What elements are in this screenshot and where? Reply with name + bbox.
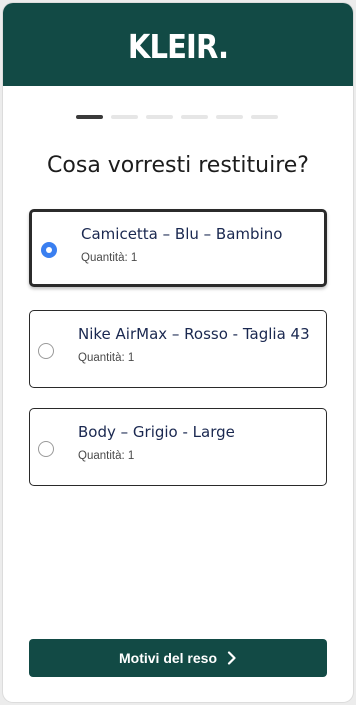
radio-unselected-icon[interactable] [38,343,54,359]
step-indicator-3 [146,115,173,119]
button-label: Motivi del reso [118,650,218,666]
item-quantity: Quantità: 1 [78,450,135,462]
app-frame: KLEIR. Cosa vorresti restituire? Camicet… [3,3,353,702]
item-quantity: Quantità: 1 [81,252,138,264]
return-reasons-button[interactable]: Motivi del reso [29,639,327,677]
item-title: Nike AirMax – Rosso - Taglia 43 [78,325,310,343]
item-title: Camicetta – Blu – Bambino [81,225,283,243]
return-item-option[interactable]: Nike AirMax – Rosso - Taglia 43 Quantità… [29,310,327,388]
return-item-option[interactable]: Body – Grigio - Large Quantità: 1 [29,408,327,486]
brand-logo: KLEIR. [127,26,229,66]
step-indicator-4 [181,115,208,119]
radio-unselected-icon[interactable] [38,441,54,457]
step-indicator-6 [251,115,278,119]
radio-selected-icon[interactable] [41,242,57,258]
step-indicator-5 [216,115,243,119]
page-title: Cosa vorresti restituire? [47,153,309,178]
item-quantity: Quantità: 1 [78,352,135,364]
header-bar: KLEIR. [3,3,353,86]
chevron-right-icon [227,651,237,665]
step-indicator-1 [76,115,103,119]
return-item-option[interactable]: Camicetta – Blu – Bambino Quantità: 1 [29,209,327,287]
progress-stepper [76,115,278,119]
step-indicator-2 [111,115,138,119]
item-title: Body – Grigio - Large [78,423,235,441]
